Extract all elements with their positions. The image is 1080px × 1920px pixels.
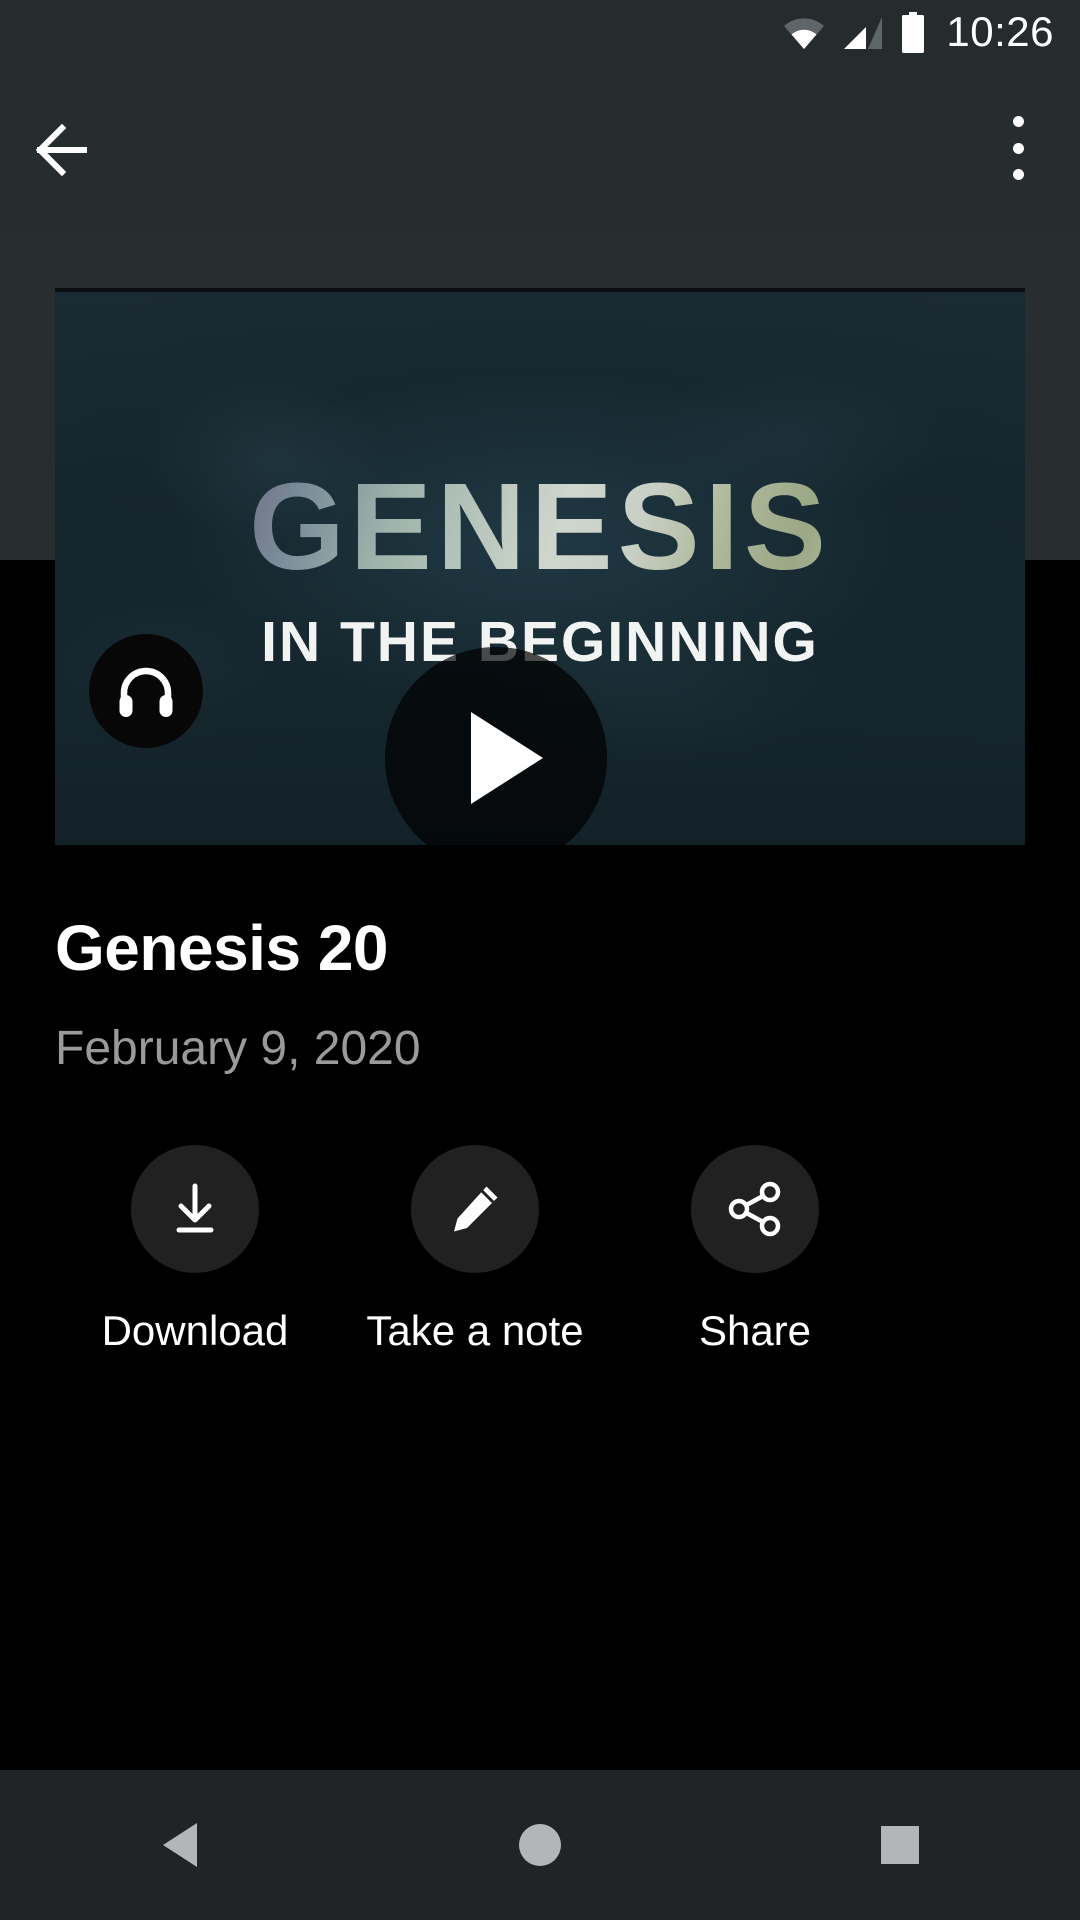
app-bar (0, 66, 1080, 232)
nav-home-button[interactable] (450, 1770, 630, 1920)
app-screen: 10:26 GENESIS IN THE BEGINNING Genesis 2… (0, 0, 1080, 1920)
nav-recents-button[interactable] (810, 1770, 990, 1920)
wifi-icon (784, 18, 825, 49)
nav-recents-icon (881, 1826, 919, 1864)
more-vertical-icon-dot (1012, 169, 1024, 180)
overflow-menu-button[interactable] (992, 112, 1044, 184)
action-buttons-row: Download Take a note Share (55, 1145, 895, 1355)
episode-date: February 9, 2020 (55, 1022, 421, 1076)
more-vertical-icon-dot (1012, 142, 1024, 154)
headphones-icon (119, 667, 173, 717)
take-a-note-button[interactable]: Take a note (335, 1145, 615, 1355)
download-button-circle (131, 1145, 259, 1273)
audio-only-button[interactable] (89, 634, 203, 748)
nav-back-icon (163, 1823, 197, 1867)
share-button[interactable]: Share (615, 1145, 895, 1355)
take-a-note-button-circle (411, 1145, 539, 1273)
episode-meta: Genesis 20 February 9, 2020 (55, 912, 955, 1076)
back-arrow-icon (35, 123, 87, 177)
play-icon (471, 712, 543, 804)
share-icon (728, 1181, 781, 1237)
take-a-note-button-label: Take a note (366, 1307, 584, 1354)
nav-back-button[interactable] (90, 1770, 270, 1920)
share-button-label: Share (698, 1307, 812, 1354)
pencil-icon (454, 1186, 498, 1232)
system-nav-bar (0, 1770, 1080, 1920)
download-button-label: Download (101, 1307, 289, 1354)
nav-home-icon (519, 1824, 561, 1866)
share-button-circle (691, 1145, 819, 1273)
status-bar-clock: 10:26 (946, 8, 1054, 55)
download-button[interactable]: Download (55, 1145, 335, 1355)
cellular-signal-icon (844, 17, 883, 49)
artwork-title-text: GENESIS (55, 466, 1025, 589)
back-button[interactable] (35, 123, 102, 177)
video-thumbnail[interactable]: GENESIS IN THE BEGINNING (55, 292, 1025, 845)
download-icon (176, 1183, 214, 1233)
more-vertical-icon-dot (1012, 116, 1024, 127)
status-bar: 10:26 (0, 0, 1080, 66)
battery-icon (902, 12, 925, 53)
page-title: Genesis 20 (55, 912, 389, 984)
